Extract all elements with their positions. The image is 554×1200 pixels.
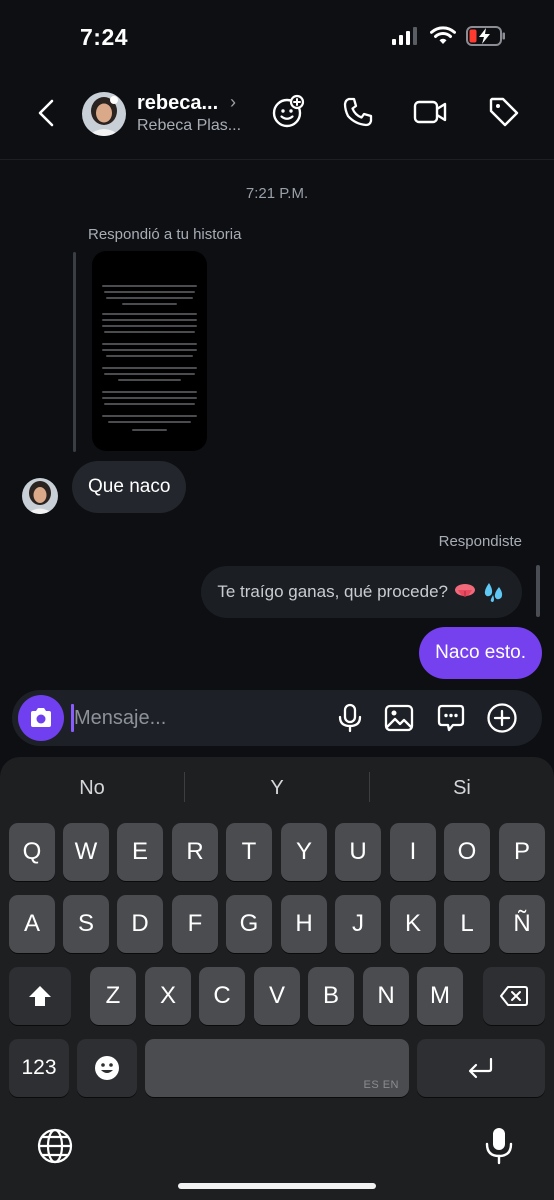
shift-key[interactable] [9, 967, 71, 1025]
numbers-key[interactable]: 123 [9, 1039, 69, 1097]
status-icons [392, 26, 506, 46]
face-plus-icon [272, 94, 305, 128]
audio-call-button[interactable] [338, 92, 378, 132]
home-indicator[interactable] [178, 1183, 376, 1189]
key-l[interactable]: L [444, 895, 490, 953]
image-icon [384, 704, 414, 732]
tongue-emoji-icon [455, 584, 475, 597]
emoji-icon [95, 1056, 119, 1080]
key-q[interactable]: Q [9, 823, 55, 881]
chat-bubble-icon [437, 704, 465, 732]
key-t[interactable]: T [226, 823, 272, 881]
profile-photo-icon [82, 92, 126, 136]
shift-icon [29, 986, 51, 1006]
dictation-button[interactable] [481, 1125, 517, 1169]
globe-icon [37, 1128, 73, 1164]
sender-avatar[interactable] [22, 478, 58, 514]
header-username[interactable]: rebeca... [137, 92, 218, 115]
voice-message-button[interactable] [332, 700, 368, 736]
key-n-tilde[interactable]: Ñ [499, 895, 545, 953]
video-camera-icon [413, 100, 447, 124]
key-p[interactable]: P [499, 823, 545, 881]
key-y[interactable]: Y [281, 823, 327, 881]
microphone-icon [338, 703, 362, 733]
emoji-key[interactable] [77, 1039, 137, 1097]
key-n[interactable]: N [363, 967, 409, 1025]
key-s[interactable]: S [63, 895, 109, 953]
key-w[interactable]: W [63, 823, 109, 881]
avatar[interactable] [82, 92, 126, 136]
quoted-message-text: Te traígo ganas, qué procede? [217, 582, 448, 601]
message-composer [12, 690, 542, 746]
backspace-icon [500, 986, 528, 1006]
key-v[interactable]: V [254, 967, 300, 1025]
profile-photo-icon [22, 478, 58, 514]
camera-icon [31, 708, 51, 727]
received-message[interactable]: Que naco [72, 461, 187, 513]
header-full-name[interactable]: Rebeca Plas... [137, 117, 241, 135]
sticker-button[interactable] [433, 700, 469, 736]
reply-label: Respondiste [438, 533, 522, 550]
suggestion-2[interactable]: Y [185, 767, 369, 809]
battery-charging-icon [466, 26, 505, 46]
return-icon [468, 1057, 493, 1079]
backspace-key[interactable] [483, 967, 545, 1025]
gallery-button[interactable] [381, 700, 417, 736]
video-call-button[interactable] [410, 92, 450, 132]
story-reply-line [73, 252, 76, 452]
key-c[interactable]: C [199, 967, 245, 1025]
key-e[interactable]: E [117, 823, 163, 881]
key-h[interactable]: H [281, 895, 327, 953]
back-button[interactable] [30, 96, 64, 130]
key-a[interactable]: A [9, 895, 55, 953]
key-f[interactable]: F [172, 895, 218, 953]
stickers-effects-button[interactable] [268, 92, 308, 132]
keyboard: No Y Si Q W E R T Y U I O P A S D F G H … [0, 757, 554, 1200]
key-k[interactable]: K [390, 895, 436, 953]
phone-icon [343, 97, 373, 127]
suggestion-3[interactable]: Si [370, 767, 554, 809]
key-u[interactable]: U [335, 823, 381, 881]
message-input[interactable] [74, 698, 324, 738]
plus-circle-icon [487, 703, 517, 733]
key-g[interactable]: G [226, 895, 272, 953]
key-z[interactable]: Z [90, 967, 136, 1025]
cellular-signal-icon [392, 27, 417, 45]
key-j[interactable]: J [335, 895, 381, 953]
key-x[interactable]: X [145, 967, 191, 1025]
wifi-icon [430, 26, 456, 44]
sent-message[interactable]: Naco esto. [419, 627, 542, 679]
status-time: 7:24 [80, 24, 129, 50]
key-d[interactable]: D [117, 895, 163, 953]
story-reply-caption: Respondió a tu historia [88, 226, 242, 243]
space-language-label: ES EN [363, 1079, 399, 1091]
key-o[interactable]: O [444, 823, 490, 881]
message-timestamp: 7:21 P.M. [245, 185, 309, 202]
story-thumbnail[interactable] [92, 251, 207, 451]
suggestion-1[interactable]: No [0, 767, 184, 809]
globe-button[interactable] [36, 1127, 76, 1167]
key-i[interactable]: I [390, 823, 436, 881]
return-key[interactable] [417, 1039, 545, 1097]
key-b[interactable]: B [308, 967, 354, 1025]
more-options-button[interactable] [484, 700, 520, 736]
key-m[interactable]: M [417, 967, 463, 1025]
label-tag-button[interactable] [484, 92, 524, 132]
chat-header: rebeca... › Rebeca Plas... [0, 70, 554, 160]
camera-button[interactable] [18, 695, 64, 741]
space-key[interactable]: ES EN [145, 1039, 409, 1097]
quoted-message[interactable]: Te traígo ganas, qué procede? [201, 566, 522, 618]
microphone-icon [485, 1128, 513, 1165]
scrollbar[interactable] [536, 565, 540, 617]
chevron-right-icon: › [230, 92, 236, 112]
tag-icon [489, 97, 519, 127]
key-r[interactable]: R [172, 823, 218, 881]
sweat-droplets-icon [484, 583, 503, 602]
chevron-left-icon [38, 99, 54, 127]
